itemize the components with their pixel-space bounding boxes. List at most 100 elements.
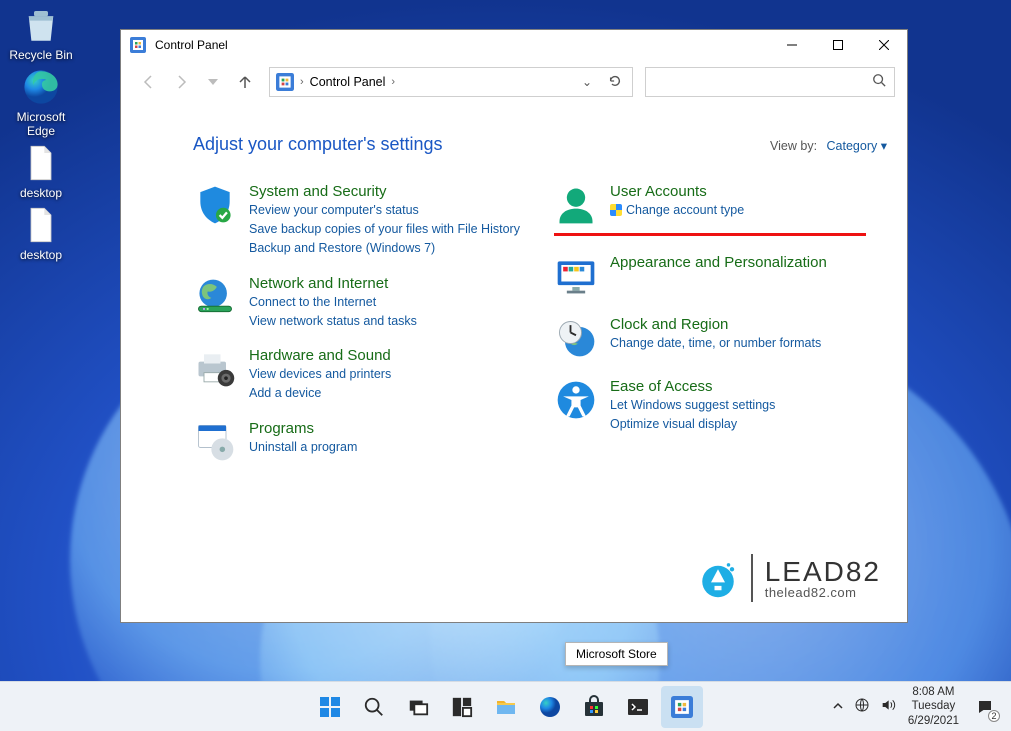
nav-up-button[interactable]	[229, 66, 261, 98]
taskbar-center	[309, 686, 703, 728]
category-title[interactable]: Clock and Region	[610, 316, 821, 333]
nav-forward-button[interactable]	[165, 66, 197, 98]
content-area: Adjust your computer's settings View by:…	[121, 104, 907, 622]
watermark-logo-icon	[697, 557, 739, 599]
minimize-button[interactable]	[769, 30, 815, 60]
search-input[interactable]	[654, 75, 872, 89]
start-button[interactable]	[309, 686, 351, 728]
network-icon[interactable]	[854, 697, 870, 716]
category-system-security: System and Security Review your computer…	[193, 183, 526, 257]
category-title[interactable]: Appearance and Personalization	[610, 254, 827, 271]
category-link[interactable]: Add a device	[249, 385, 391, 402]
category-network: Network and Internet Connect to the Inte…	[193, 275, 526, 330]
category-link[interactable]: Uninstall a program	[249, 439, 357, 456]
desktop-icon-label: desktop	[20, 186, 62, 200]
category-title[interactable]: Programs	[249, 420, 357, 437]
highlight-underline	[554, 233, 866, 236]
page-heading: Adjust your computer's settings	[193, 134, 443, 155]
view-by: View by: Category ▾	[770, 138, 887, 153]
desktop-icon-label: Recycle Bin	[9, 48, 72, 62]
desktop: Recycle Bin Microsoft Edge desktop deskt…	[0, 0, 120, 262]
taskbar-control-panel[interactable]	[661, 686, 703, 728]
volume-icon[interactable]	[880, 697, 896, 716]
chevron-right-icon: ›	[300, 76, 304, 88]
view-by-label: View by:	[770, 139, 817, 153]
address-bar[interactable]: › Control Panel › ⌄	[269, 67, 633, 97]
search-icon[interactable]	[872, 73, 886, 92]
notifications-button[interactable]: 2	[971, 693, 999, 721]
address-dropdown-button[interactable]: ⌄	[576, 75, 598, 89]
control-panel-icon	[276, 73, 294, 91]
shield-icon	[193, 183, 237, 227]
category-link[interactable]: Save backup copies of your files with Fi…	[249, 221, 520, 238]
view-by-dropdown[interactable]: Category ▾	[827, 139, 887, 153]
category-ease-of-access: Ease of Access Let Windows suggest setti…	[554, 378, 887, 433]
category-title[interactable]: User Accounts	[610, 183, 744, 200]
category-col-right: User Accounts Change account type Appear…	[554, 183, 887, 464]
taskbar-terminal[interactable]	[617, 686, 659, 728]
titlebar[interactable]: Control Panel	[121, 30, 907, 60]
search-box[interactable]	[645, 67, 895, 97]
category-link[interactable]: Let Windows suggest settings	[610, 397, 775, 414]
desktop-icon-recycle-bin[interactable]: Recycle Bin	[4, 4, 78, 62]
widgets-button[interactable]	[441, 686, 483, 728]
printer-icon	[193, 347, 237, 391]
chevron-right-icon: ›	[391, 76, 395, 88]
watermark: LEAD82 thelead82.com	[697, 554, 881, 602]
category-link[interactable]: Connect to the Internet	[249, 294, 417, 311]
desktop-icon-label: desktop	[20, 248, 62, 262]
clock-icon	[554, 316, 598, 360]
category-title[interactable]: Ease of Access	[610, 378, 775, 395]
control-panel-window: Control Panel › Control Panel › ⌄ Adjust…	[120, 29, 908, 623]
nav-back-button[interactable]	[133, 66, 165, 98]
category-title[interactable]: System and Security	[249, 183, 520, 200]
nav-recent-button[interactable]	[197, 66, 229, 98]
watermark-title: LEAD82	[765, 558, 881, 586]
desktop-icon-label: Microsoft Edge	[4, 110, 78, 138]
category-user-accounts: User Accounts Change account type	[554, 183, 887, 227]
refresh-button[interactable]	[604, 74, 626, 91]
desktop-icon-file-1[interactable]: desktop	[4, 142, 78, 200]
file-icon	[20, 142, 62, 184]
category-title[interactable]: Network and Internet	[249, 275, 417, 292]
file-icon	[20, 204, 62, 246]
monitor-icon	[554, 254, 598, 298]
clock-day: Tuesday	[912, 699, 956, 713]
tray-overflow-button[interactable]	[832, 699, 844, 715]
accessibility-icon	[554, 378, 598, 422]
window-title: Control Panel	[155, 38, 228, 52]
taskview-button[interactable]	[397, 686, 439, 728]
category-link[interactable]: Review your computer's status	[249, 202, 520, 219]
clock-time: 8:08 AM	[912, 685, 954, 699]
address-location[interactable]: Control Panel	[310, 75, 386, 89]
window-buttons	[769, 30, 907, 60]
category-link[interactable]: View network status and tasks	[249, 313, 417, 330]
category-hardware: Hardware and Sound View devices and prin…	[193, 347, 526, 402]
programs-icon	[193, 420, 237, 464]
category-link[interactable]: Change date, time, or number formats	[610, 335, 821, 352]
search-button[interactable]	[353, 686, 395, 728]
taskbar-edge[interactable]	[529, 686, 571, 728]
category-clock-region: Clock and Region Change date, time, or n…	[554, 316, 887, 360]
taskbar-store[interactable]	[573, 686, 615, 728]
category-title[interactable]: Hardware and Sound	[249, 347, 391, 364]
close-button[interactable]	[861, 30, 907, 60]
taskbar-explorer[interactable]	[485, 686, 527, 728]
taskbar-clock[interactable]: 8:08 AM Tuesday 6/29/2021	[908, 685, 959, 728]
category-link[interactable]: Backup and Restore (Windows 7)	[249, 240, 520, 257]
tooltip: Microsoft Store	[565, 642, 668, 666]
desktop-icon-edge[interactable]: Microsoft Edge	[4, 66, 78, 138]
edge-icon	[20, 66, 62, 108]
nav-row: › Control Panel › ⌄	[121, 60, 907, 104]
control-panel-icon	[130, 37, 146, 53]
desktop-icon-file-2[interactable]: desktop	[4, 204, 78, 262]
user-icon	[554, 183, 598, 227]
notification-badge: 2	[988, 710, 1000, 722]
category-programs: Programs Uninstall a program	[193, 420, 526, 464]
category-link[interactable]: Change account type	[610, 202, 744, 219]
system-tray: 8:08 AM Tuesday 6/29/2021 2	[832, 685, 1011, 728]
category-link[interactable]: View devices and printers	[249, 366, 391, 383]
category-appearance: Appearance and Personalization	[554, 254, 887, 298]
maximize-button[interactable]	[815, 30, 861, 60]
category-link[interactable]: Optimize visual display	[610, 416, 775, 433]
